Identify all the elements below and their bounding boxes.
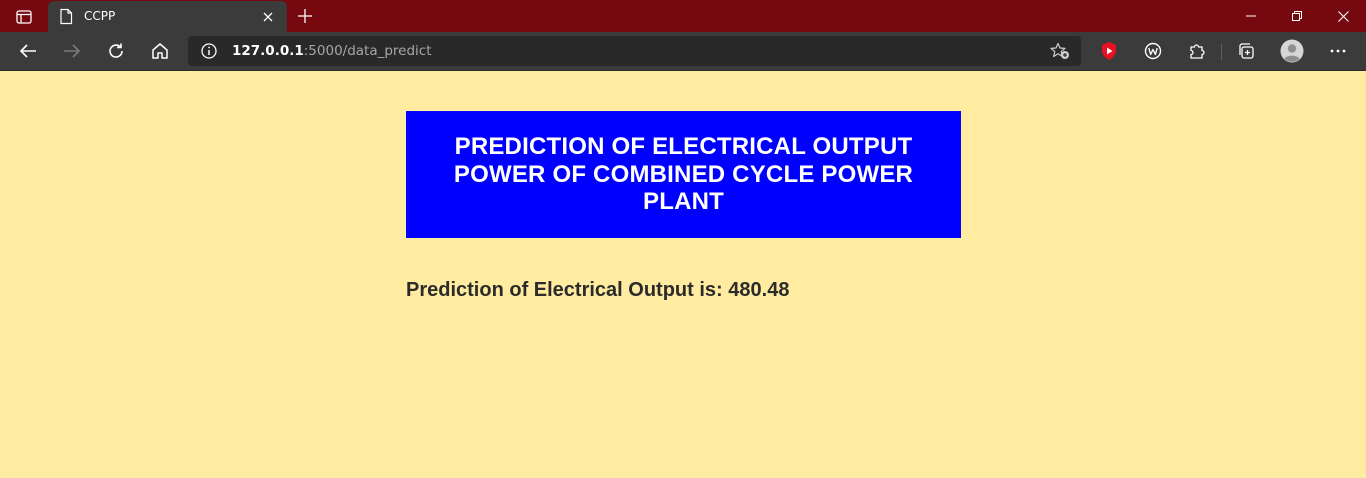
- refresh-button[interactable]: [102, 38, 130, 64]
- url-host: 127.0.0.1: [232, 43, 304, 59]
- tab-actions-icon: [16, 10, 32, 24]
- page-title: PREDICTION OF ELECTRICAL OUTPUT POWER OF…: [453, 133, 914, 216]
- puzzle-piece-icon: [1190, 44, 1205, 59]
- close-icon: [1337, 10, 1349, 22]
- tab-title: CCPP: [84, 9, 116, 23]
- tab-close-button[interactable]: [259, 8, 277, 26]
- browser-tab[interactable]: CCPP: [48, 1, 287, 32]
- restore-button[interactable]: [1274, 0, 1320, 32]
- profile-button[interactable]: [1278, 38, 1306, 64]
- prediction-result-text: Prediction of Electrical Output is: 480.…: [406, 279, 790, 301]
- avatar-icon: [1280, 39, 1304, 63]
- url-text[interactable]: 127.0.0.1:5000/data_predict: [232, 43, 432, 59]
- extensions-button[interactable]: [1183, 38, 1211, 64]
- site-info-icon[interactable]: [201, 43, 217, 59]
- youtube-shield-icon: [1102, 42, 1116, 60]
- title-bar: CCPP: [0, 0, 1366, 32]
- tab-actions-button[interactable]: [10, 6, 38, 28]
- toolbar-separator: [1221, 44, 1222, 60]
- new-tab-button[interactable]: [294, 5, 316, 27]
- collections-icon: [1239, 43, 1254, 59]
- settings-more-button[interactable]: [1324, 38, 1352, 64]
- close-icon: [263, 12, 273, 22]
- refresh-icon: [109, 43, 123, 58]
- forward-button[interactable]: [58, 38, 86, 64]
- back-arrow-icon: [19, 44, 36, 58]
- url-path: :5000/data_predict: [303, 43, 432, 59]
- page-header-banner: PREDICTION OF ELECTRICAL OUTPUT POWER OF…: [406, 111, 961, 238]
- w-extension-button[interactable]: [1139, 38, 1167, 64]
- youtube-extension-button[interactable]: [1095, 38, 1123, 64]
- more-horizontal-icon: [1330, 49, 1346, 53]
- collections-button[interactable]: [1232, 38, 1260, 64]
- restore-icon: [1292, 11, 1302, 21]
- page-icon: [60, 8, 73, 25]
- add-favorite-icon[interactable]: [1050, 42, 1070, 60]
- address-bar[interactable]: 127.0.0.1:5000/data_predict: [188, 36, 1081, 66]
- home-icon: [152, 43, 168, 59]
- plus-icon: [298, 9, 312, 23]
- w-extension-icon: [1144, 42, 1162, 60]
- browser-toolbar: 127.0.0.1:5000/data_predict: [0, 32, 1366, 71]
- home-button[interactable]: [146, 38, 174, 64]
- window-close-button[interactable]: [1320, 0, 1366, 32]
- back-button[interactable]: [14, 38, 42, 64]
- forward-arrow-icon: [64, 44, 81, 58]
- minimize-icon: [1246, 15, 1256, 17]
- minimize-button[interactable]: [1228, 0, 1274, 32]
